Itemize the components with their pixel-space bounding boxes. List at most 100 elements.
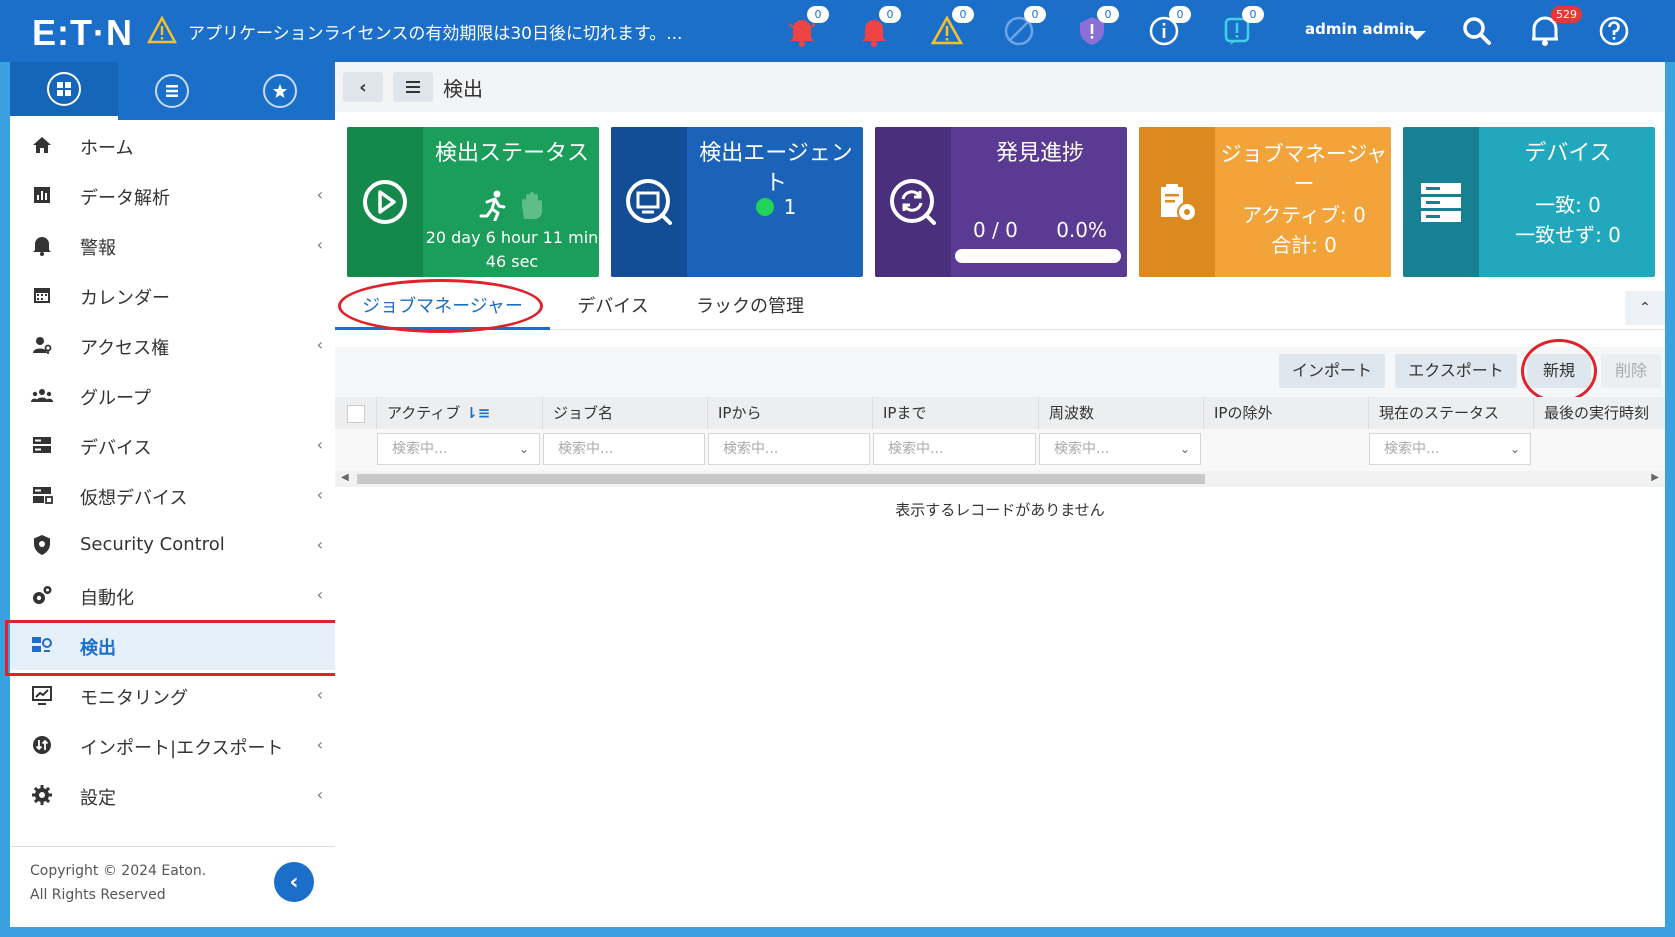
users-icon (30, 383, 54, 407)
exclamation-box-icon[interactable]: 0 (1220, 6, 1264, 48)
alarm-count: 0 (879, 6, 901, 23)
sidebar-tab-list[interactable] (118, 62, 226, 120)
sort-filter-icon[interactable]: ⇂≡ (465, 404, 490, 422)
help-icon[interactable] (1597, 14, 1631, 48)
empty-message: 表示するレコードがありません (895, 501, 1105, 519)
chevron-down-icon: ⌄ (518, 442, 529, 456)
hamburger-icon (406, 81, 420, 93)
sidebar-item-calendar[interactable]: カレンダー (10, 270, 335, 320)
scroll-left-icon[interactable]: ◀ (341, 472, 349, 483)
column-frequency[interactable]: 周波数 (1039, 397, 1204, 429)
chevron-left-icon: ‹ (316, 535, 323, 554)
tab-rack-management[interactable]: ラックの管理 (685, 287, 815, 327)
play-circle-icon (363, 180, 407, 224)
sidebar-tab-apps[interactable] (10, 62, 118, 120)
filter-placeholder: 検索中... (392, 441, 448, 457)
scroll-right-icon[interactable]: ▶ (1651, 472, 1659, 483)
chevron-down-icon: ⌄ (1179, 442, 1190, 456)
column-ip-to[interactable]: IPまで (873, 397, 1039, 429)
chevron-left-icon: ‹ (316, 785, 323, 804)
menu-button[interactable] (393, 72, 433, 102)
devices-card[interactable]: デバイス 一致: 0 一致せず: 0 (1403, 127, 1655, 277)
inbox-count: 529 (1551, 6, 1582, 23)
discovery-status-card[interactable]: 検出ステータス 20 day 6 hour 11 min 46 sec (347, 127, 599, 277)
import-button[interactable]: インポート (1279, 354, 1385, 388)
filter-job-name-input[interactable]: 検索中... (543, 433, 705, 465)
critical-alarm-icon[interactable]: 0 (785, 6, 829, 48)
card-title: 発見進捗 (995, 141, 1084, 166)
sidebar-item-import-export[interactable]: インポート|エクスポート ‹ (10, 720, 335, 770)
warning-triangle-icon[interactable]: 0 (930, 6, 974, 48)
scrollbar-thumb[interactable] (357, 474, 1205, 484)
job-total-count: 合計: 0 (1271, 233, 1337, 257)
exclamation-count: 0 (1242, 6, 1264, 23)
sidebar-item-label: 設定 (80, 788, 116, 809)
sidebar-item-home[interactable]: ホーム (10, 120, 335, 170)
sidebar-nav: ホーム データ解析 ‹ 警報 ‹ カレンダー アクセス権 ‹ グループ デバイス (5, 120, 339, 820)
grid-header: アクティブ ⇂≡ ジョブ名 IPから IPまで 周波数 IPの除外 現在のステー… (335, 397, 1665, 430)
card-title: 検出エージェント (699, 141, 853, 196)
sidebar-item-settings[interactable]: 設定 ‹ (10, 770, 335, 820)
user-menu[interactable]: admin admin (1305, 20, 1415, 38)
discovery-agent-card[interactable]: 検出エージェント 1 (611, 127, 863, 277)
tab-job-manager[interactable]: ジョブマネージャー (335, 287, 550, 330)
new-button[interactable]: 新規 (1527, 354, 1591, 388)
column-active[interactable]: アクティブ ⇂≡ (377, 397, 543, 429)
list-icon (155, 74, 189, 108)
user-menu-caret-icon[interactable] (1408, 31, 1426, 40)
sidebar-tab-favorites[interactable] (226, 62, 334, 120)
collapse-panel-button[interactable]: ⌃ (1625, 291, 1665, 325)
shield-icon (30, 533, 54, 557)
agent-count-row: 1 (689, 195, 863, 219)
filter-placeholder: 検索中... (1384, 441, 1440, 457)
sidebar-item-devices[interactable]: デバイス ‹ (10, 420, 335, 470)
filter-ip-to-input[interactable]: 検索中... (873, 433, 1036, 465)
filter-ip-from-input[interactable]: 検索中... (708, 433, 870, 465)
eaton-logo[interactable]: E:T·N (32, 12, 133, 54)
filter-frequency-select[interactable]: 検索中... ⌄ (1039, 433, 1201, 465)
license-warning-text[interactable]: アプリケーションライセンスの有効期限は30日後に切れます。... (188, 19, 682, 44)
sidebar-item-analytics[interactable]: データ解析 ‹ (10, 170, 335, 220)
sidebar-collapse-button[interactable]: ‹ (274, 862, 314, 902)
back-button[interactable]: ‹ (343, 72, 383, 102)
info-circle-icon[interactable]: 0 (1147, 6, 1191, 48)
job-manager-card[interactable]: ジョブマネージャー アクティブ: 0 合計: 0 (1139, 127, 1391, 277)
column-ip-exclusion[interactable]: IPの除外 (1204, 397, 1369, 429)
sidebar-item-label: カレンダー (80, 288, 170, 309)
sidebar-item-groups[interactable]: グループ (10, 370, 335, 420)
bar-chart-icon (30, 183, 54, 207)
chevron-left-icon: ‹ (316, 585, 323, 604)
search-icon[interactable] (1460, 14, 1494, 48)
filter-active-select[interactable]: 検索中... ⌄ (377, 433, 540, 465)
sidebar-item-discovery[interactable]: 検出 (5, 620, 339, 676)
sidebar-item-monitoring[interactable]: モニタリング ‹ (10, 670, 335, 720)
discovery-progress-card[interactable]: 発見進捗 0 / 0 0.0% (875, 127, 1127, 277)
disabled-count: 0 (1024, 6, 1046, 23)
delete-button[interactable]: 削除 (1601, 354, 1661, 388)
tab-devices[interactable]: デバイス (563, 287, 663, 327)
card-title: 検出ステータス (434, 141, 589, 166)
alarm-icon[interactable]: 0 (857, 6, 901, 48)
export-button[interactable]: エクスポート (1395, 354, 1517, 388)
sidebar-item-automation[interactable]: 自動化 ‹ (10, 570, 335, 620)
horizontal-scrollbar[interactable]: ◀ ▶ (335, 471, 1665, 487)
sidebar-item-alarms[interactable]: 警報 ‹ (10, 220, 335, 270)
column-last-run[interactable]: 最後の実行時刻 (1534, 397, 1665, 429)
column-current-status[interactable]: 現在のステータス (1369, 397, 1534, 429)
server-rack-icon (1421, 183, 1461, 222)
select-all-checkbox[interactable] (347, 405, 365, 423)
sidebar-item-security-control[interactable]: Security Control ‹ (10, 520, 335, 570)
home-icon (30, 133, 54, 157)
filter-status-select[interactable]: 検索中... ⌄ (1369, 433, 1531, 465)
gear-icon (30, 783, 54, 807)
sidebar-item-access[interactable]: アクセス権 ‹ (10, 320, 335, 370)
inbox-notification-icon[interactable]: 529 (1528, 6, 1582, 48)
column-job-name[interactable]: ジョブ名 (543, 397, 708, 429)
shield-alert-icon[interactable]: 0 (1075, 6, 1119, 48)
stop-hand-icon (521, 192, 542, 219)
sidebar-item-virtual-devices[interactable]: 仮想デバイス ‹ (10, 470, 335, 520)
column-ip-from[interactable]: IPから (708, 397, 873, 429)
info-count: 0 (1169, 6, 1191, 23)
chevron-left-icon: ‹ (316, 335, 323, 354)
disabled-circle-icon[interactable]: 0 (1002, 6, 1046, 48)
